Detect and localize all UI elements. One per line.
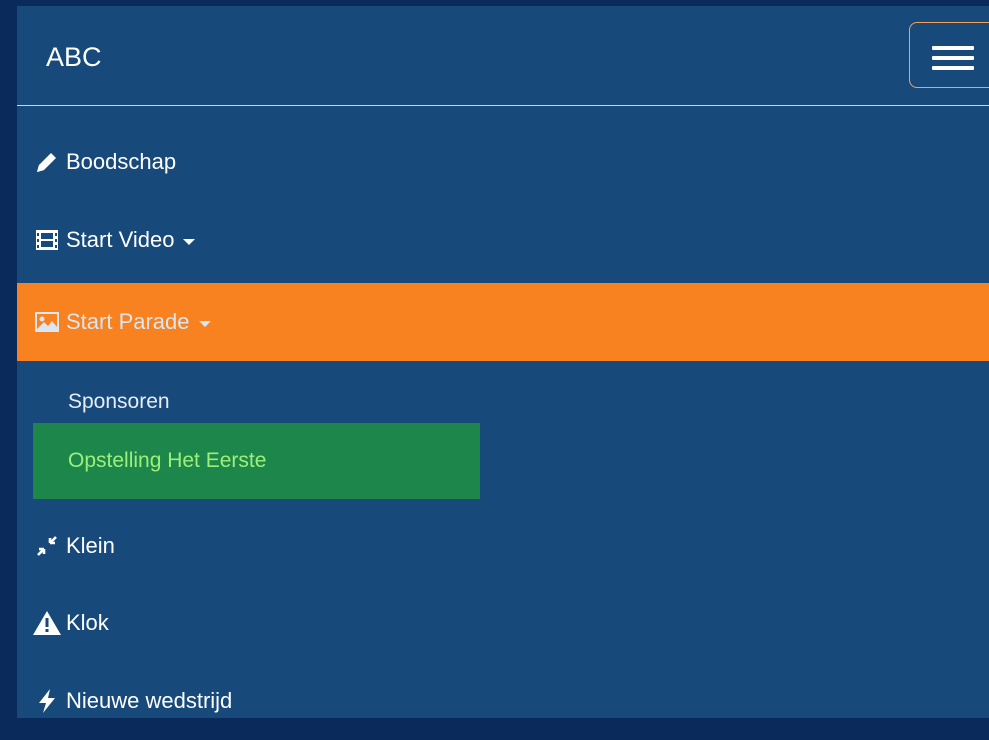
- menu-item-start-video[interactable]: Start Video: [17, 201, 989, 279]
- menu-item-label: Boodschap: [66, 149, 177, 174]
- caret-down-icon: [198, 320, 211, 327]
- menu-item-label: Nieuwe wedstrijd: [66, 688, 233, 713]
- warning-icon: [30, 610, 64, 636]
- menu-item-label: Start Video: [66, 227, 175, 252]
- menu-item-boodschap[interactable]: Boodschap: [17, 123, 989, 201]
- pencil-icon: [30, 149, 64, 175]
- compress-icon: [30, 534, 64, 558]
- caret-down-icon: [183, 238, 196, 245]
- film-icon: [30, 228, 64, 252]
- menu-item-klok[interactable]: Klok: [17, 584, 989, 662]
- image-icon: [30, 310, 64, 334]
- menu-item-label: Klok: [66, 610, 109, 635]
- submenu-item-label: Sponsoren: [68, 390, 170, 413]
- menu-item-label: Klein: [66, 533, 115, 558]
- menu-item-klein[interactable]: Klein: [17, 507, 989, 585]
- submenu-item-opstelling[interactable]: Opstelling Het Eerste: [33, 423, 480, 499]
- menu-item-label: Start Parade: [66, 309, 190, 334]
- flash-icon: [30, 688, 64, 714]
- brand-title[interactable]: ABC: [46, 42, 102, 72]
- navbar: ABC Boodschap Start Video Start Parade S…: [17, 6, 989, 718]
- menu-item-nieuwe-wedstrijd[interactable]: Nieuwe wedstrijd: [17, 662, 989, 740]
- navbar-toggle-button[interactable]: [909, 22, 989, 88]
- menu-item-start-parade[interactable]: Start Parade: [17, 283, 989, 361]
- submenu-item-label: Opstelling Het Eerste: [68, 449, 267, 472]
- navbar-header: ABC: [17, 6, 989, 106]
